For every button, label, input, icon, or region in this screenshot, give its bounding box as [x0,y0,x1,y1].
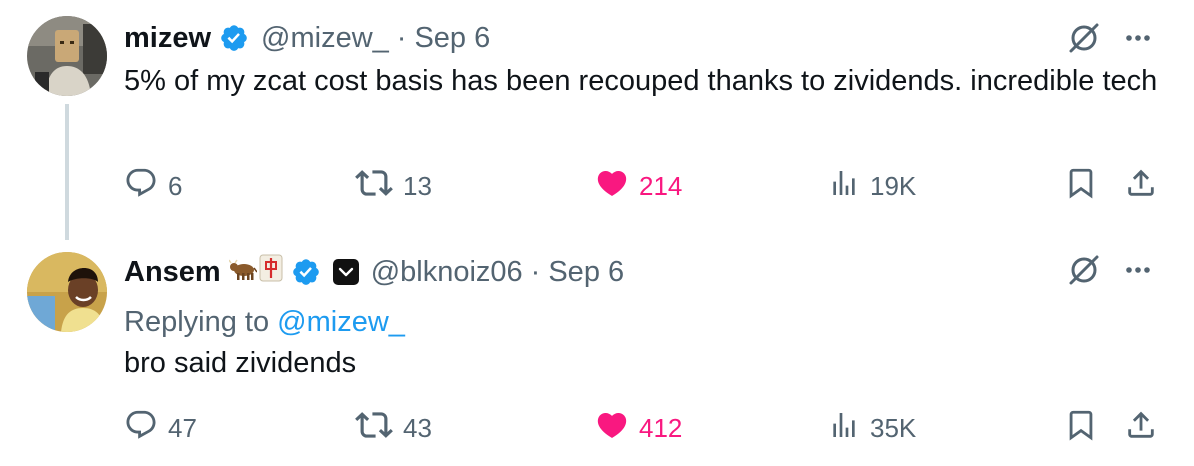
share-icon [1124,166,1158,207]
more-icon[interactable] [1122,22,1154,54]
more-icon[interactable] [1122,254,1154,286]
views-count: 35K [870,412,917,443]
views-icon [828,409,860,448]
tweet-text: 5% of my zcat cost basis has been recoup… [124,65,1158,97]
retweet-count: 43 [403,412,432,443]
retweet-icon [355,164,393,209]
grok-icon[interactable] [1066,252,1102,288]
bookmark-icon [1064,166,1098,207]
separator: · [530,255,541,288]
like-button[interactable]: 412 [595,406,682,450]
handle[interactable]: @blknoiz06 [371,256,523,289]
name-emojis [228,254,283,290]
grok-icon[interactable] [1066,20,1102,56]
action-bar: 6 13 214 19K [0,164,1194,208]
bookmark-button[interactable] [1064,406,1098,450]
like-count: 214 [639,170,683,201]
avatar[interactable] [27,16,107,96]
retweet-button[interactable]: 13 [355,164,432,208]
retweet-icon [355,406,393,451]
affiliate-badge-icon[interactable] [332,259,359,285]
retweet-button[interactable]: 43 [355,406,432,450]
bookmark-button[interactable] [1064,164,1098,208]
retweet-count: 13 [403,170,432,201]
action-bar: 47 43 412 35K [0,406,1194,450]
reply-count: 47 [168,412,197,443]
share-icon [1124,408,1158,449]
heart-icon [595,166,629,207]
timestamp[interactable]: Sep 6 [414,22,490,55]
tweet[interactable]: mizew @mizew_ · Sep 6 5% of my zcat cost… [0,0,1194,246]
tweet-header: mizew @mizew_ · Sep 6 [124,18,490,58]
bookmark-icon [1064,408,1098,449]
tweet[interactable]: Ansem @blknoiz06 · Sep 6 Replying to @mi… [0,246,1194,466]
verified-badge-icon[interactable] [219,23,249,53]
like-button[interactable]: 214 [595,164,682,208]
replying-prefix: Replying to [124,306,270,338]
like-count: 412 [639,412,683,443]
reply-button[interactable]: 47 [124,406,197,450]
display-name[interactable]: mizew [124,22,211,55]
avatar[interactable] [27,252,107,332]
replying-to: Replying to @mizew_ [124,302,405,342]
views-button[interactable]: 19K [828,164,916,208]
views-count: 19K [870,170,917,201]
share-button[interactable] [1124,406,1158,450]
verified-badge-icon[interactable] [291,257,321,287]
timestamp[interactable]: Sep 6 [548,256,624,289]
reply-button[interactable]: 6 [124,164,182,208]
display-name[interactable]: Ansem [124,256,221,289]
heart-icon [595,408,629,449]
reply-icon [124,408,158,449]
reply-count: 6 [168,170,183,201]
share-button[interactable] [1124,164,1158,208]
replying-mention[interactable]: @mizew_ [277,306,405,338]
views-icon [828,167,860,206]
views-button[interactable]: 35K [828,406,916,450]
mahjong-emoji [259,254,283,290]
tweet-text: bro said zividends [124,347,357,379]
separator: · [396,21,407,54]
handle[interactable]: @mizew_ [261,22,389,55]
tweet-header: Ansem @blknoiz06 · Sep 6 [124,252,624,292]
ox-emoji [228,256,258,289]
reply-icon [124,166,158,207]
